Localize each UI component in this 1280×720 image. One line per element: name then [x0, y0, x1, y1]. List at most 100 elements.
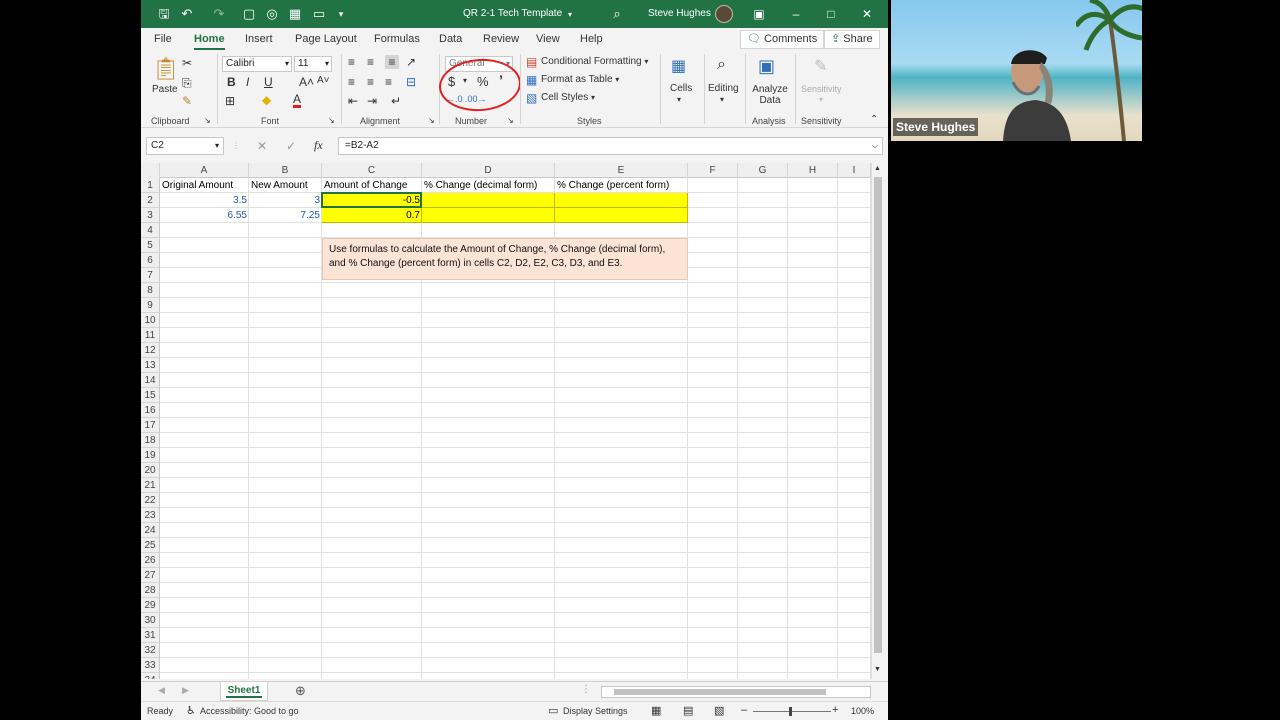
cell-a3[interactable]: 6.55	[160, 208, 249, 223]
column-header-f[interactable]: F	[688, 163, 738, 178]
prev-sheet-icon[interactable]: ◀	[158, 685, 165, 696]
cells-icon[interactable]: ▦	[671, 56, 686, 76]
row-header-26[interactable]: 26	[141, 553, 160, 568]
tab-formulas[interactable]: Formulas	[374, 33, 420, 45]
chevron-down-icon[interactable]: ▾	[720, 95, 724, 104]
row-header-12[interactable]: 12	[141, 343, 160, 358]
maximize-icon[interactable]: □	[821, 5, 841, 23]
row-header-16[interactable]: 16	[141, 403, 160, 418]
increase-indent-icon[interactable]: ⇥	[367, 94, 377, 108]
wrap-text-icon[interactable]: ↵	[391, 94, 401, 108]
zoom-slider-thumb[interactable]	[789, 707, 792, 716]
row-header-8[interactable]: 8	[141, 283, 160, 298]
decrease-font-icon[interactable]: A˅	[317, 75, 330, 86]
enter-icon[interactable]: ✓	[286, 139, 296, 153]
cell-b2[interactable]: 3	[249, 193, 322, 208]
scroll-thumb[interactable]	[874, 177, 882, 653]
bold-icon[interactable]: B	[227, 75, 236, 89]
number-launcher-icon[interactable]: ↘	[507, 116, 514, 125]
editing-icon[interactable]: ⌕	[717, 56, 726, 74]
align-middle-icon[interactable]: ≡	[367, 55, 374, 69]
tab-review[interactable]: Review	[483, 33, 519, 45]
cell-styles-icon[interactable]: ▧	[526, 91, 537, 105]
formula-input[interactable]: =B2-A2 ⌵	[338, 137, 883, 155]
cell-b1[interactable]: New Amount	[249, 178, 322, 193]
cell-d3[interactable]	[422, 208, 555, 223]
cell-b3[interactable]: 7.25	[249, 208, 322, 223]
format-painter-icon[interactable]: ✎	[182, 94, 192, 108]
row-header-31[interactable]: 31	[141, 628, 160, 643]
analyze-data-icon[interactable]: ▣	[758, 56, 775, 77]
font-color-icon[interactable]: A	[293, 93, 302, 108]
format-as-table-icon[interactable]: ▦	[526, 73, 537, 87]
row-header-11[interactable]: 11	[141, 328, 160, 343]
cell-c2[interactable]: -0.5	[322, 193, 422, 208]
cancel-icon[interactable]: ✕	[257, 139, 267, 153]
redo-icon[interactable]: ↷	[211, 6, 227, 22]
sheet-tab[interactable]: Sheet1	[220, 682, 268, 701]
comment-icon[interactable]: ▢	[241, 6, 257, 22]
cell-d1[interactable]: % Change (decimal form)	[422, 178, 555, 193]
underline-icon[interactable]: U	[264, 75, 273, 89]
zoom-slider[interactable]	[753, 711, 831, 712]
font-launcher-icon[interactable]: ↘	[328, 116, 335, 125]
row-header-13[interactable]: 13	[141, 358, 160, 373]
spreadsheet-grid[interactable]: ABCDEFGHI 1 2 3 4 5 6 7 8 9 10 11 12 13 14 15 16 17 18 19 2…	[141, 163, 871, 679]
column-header-b[interactable]: B	[249, 163, 322, 178]
align-top-icon[interactable]: ≡	[348, 55, 355, 69]
align-left-icon[interactable]: ≡	[348, 75, 355, 89]
row-header-10[interactable]: 10	[141, 313, 160, 328]
tab-data[interactable]: Data	[439, 33, 462, 45]
comments-button[interactable]: 🗨︎ Comments	[740, 30, 825, 49]
cell-c1[interactable]: Amount of Change	[322, 178, 422, 193]
borders-icon[interactable]: ⊞	[225, 94, 235, 108]
column-header-d[interactable]: D	[422, 163, 555, 178]
cell-e1[interactable]: % Change (percent form)	[555, 178, 688, 193]
cell-styles-button[interactable]: Cell Styles ▾	[541, 92, 595, 103]
sensitivity-icon[interactable]: ✎	[814, 56, 827, 76]
customize-qat-icon[interactable]: ▾	[333, 6, 349, 22]
cell-a2[interactable]: 3.5	[160, 193, 249, 208]
analyze-data-button[interactable]: Analyze Data	[752, 84, 788, 106]
cell-a1[interactable]: Original Amount	[160, 178, 249, 193]
fill-color-icon[interactable]: ◆	[262, 93, 271, 107]
row-header-17[interactable]: 17	[141, 418, 160, 433]
zoom-in-icon[interactable]: +	[832, 704, 838, 716]
tab-help[interactable]: Help	[580, 33, 603, 45]
page-break-view-icon[interactable]: ▧	[714, 704, 724, 717]
tab-page-layout[interactable]: Page Layout	[295, 33, 357, 45]
row-header-6[interactable]: 6	[141, 253, 160, 268]
close-icon[interactable]: ✕	[857, 5, 877, 23]
grid-icon[interactable]: ▦	[287, 6, 303, 22]
scroll-down-icon[interactable]: ▼	[874, 666, 881, 673]
horizontal-scrollbar[interactable]	[601, 686, 871, 698]
row-header-24[interactable]: 24	[141, 523, 160, 538]
row-header-27[interactable]: 27	[141, 568, 160, 583]
increase-font-icon[interactable]: A˄	[299, 75, 314, 89]
zoom-out-icon[interactable]: –	[741, 704, 747, 716]
row-header-32[interactable]: 32	[141, 643, 160, 658]
display-settings-button[interactable]: Display Settings	[563, 706, 628, 716]
collapse-ribbon-icon[interactable]: ⌃	[870, 114, 878, 125]
cell-e3[interactable]	[555, 208, 688, 223]
sensitivity-button[interactable]: Sensitivity	[801, 84, 842, 94]
row-header-4[interactable]: 4	[141, 223, 160, 238]
row-header-1[interactable]: 1	[141, 178, 160, 193]
row-header-33[interactable]: 33	[141, 658, 160, 673]
cut-icon[interactable]: ✂	[182, 56, 192, 70]
row-header-14[interactable]: 14	[141, 373, 160, 388]
chevron-down-icon[interactable]: ▾	[677, 95, 681, 104]
alignment-launcher-icon[interactable]: ↘	[428, 116, 435, 125]
next-sheet-icon[interactable]: ▶	[182, 685, 189, 696]
orientation-icon[interactable]: ↗	[406, 55, 416, 69]
vertical-scrollbar[interactable]: ▲ ▼	[871, 163, 884, 679]
ribbon-display-icon[interactable]: ▣	[749, 5, 769, 23]
review-icon[interactable]: ◎	[264, 6, 280, 22]
font-name-combo[interactable]: Calibri ▾	[222, 56, 292, 72]
page-layout-view-icon[interactable]: ▤	[683, 704, 693, 717]
row-header-2[interactable]: 2	[141, 193, 160, 208]
undo-icon[interactable]: ↶	[179, 6, 195, 22]
tab-insert[interactable]: Insert	[245, 33, 273, 45]
column-header-i[interactable]: I	[838, 163, 871, 178]
row-header-18[interactable]: 18	[141, 433, 160, 448]
